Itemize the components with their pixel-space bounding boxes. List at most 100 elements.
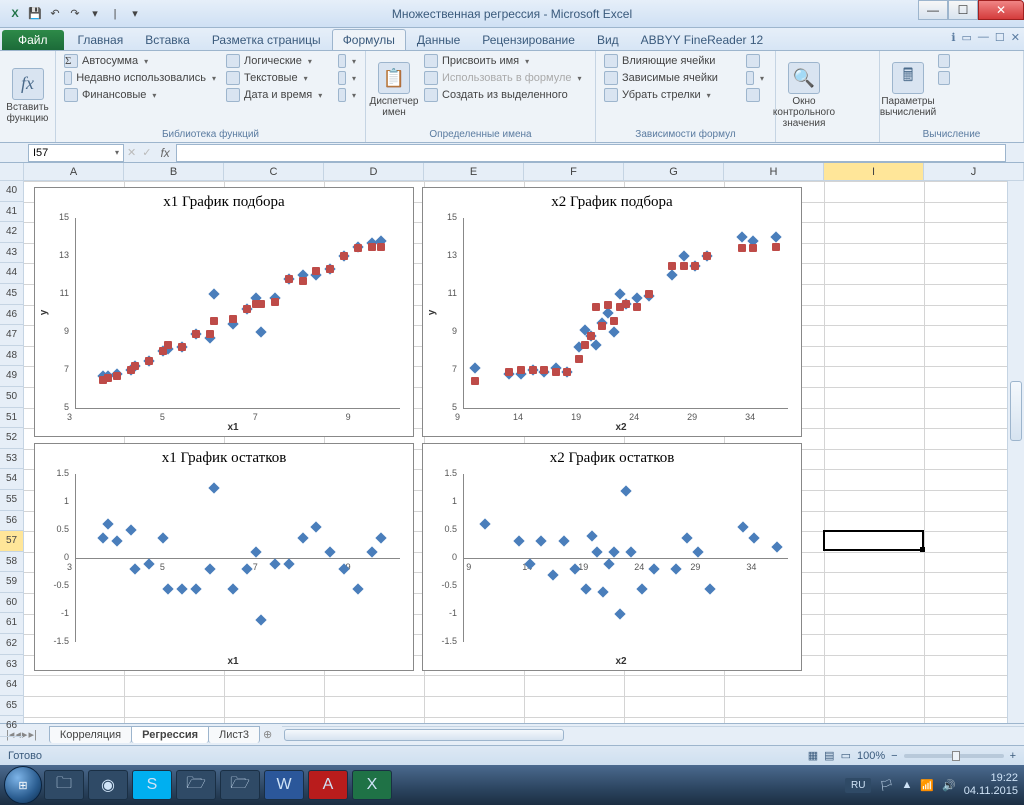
col-header-G[interactable]: G xyxy=(624,163,724,180)
taskbar-explorer[interactable]: 🗀 xyxy=(44,770,84,800)
create-from-sel-button[interactable]: Создать из выделенного xyxy=(420,87,590,103)
row-header-54[interactable]: 54 xyxy=(0,469,23,490)
lookup-button[interactable] xyxy=(334,53,360,69)
row-header-55[interactable]: 55 xyxy=(0,490,23,511)
watch-window-button[interactable]: 🔍 Окно контрольного значения xyxy=(780,53,828,138)
row-header-48[interactable]: 48 xyxy=(0,346,23,367)
grid[interactable]: x1 График подбора3579579111315x1yx2 Граф… xyxy=(24,181,1024,723)
row-header-49[interactable]: 49 xyxy=(0,366,23,387)
trace-dependents-button[interactable]: Зависимые ячейки xyxy=(600,70,740,86)
taskbar-word[interactable]: W xyxy=(264,770,304,800)
recent-button[interactable]: Недавно использовались xyxy=(60,70,220,86)
tab-Вид[interactable]: Вид xyxy=(586,29,630,50)
taskbar-skype[interactable]: S xyxy=(132,770,172,800)
row-header-41[interactable]: 41 xyxy=(0,202,23,223)
tab-Разметка страницы[interactable]: Разметка страницы xyxy=(201,29,332,50)
row-header-59[interactable]: 59 xyxy=(0,572,23,593)
sheet-tab-Корреляция[interactable]: Корреляция xyxy=(49,726,132,743)
use-in-formula-button[interactable]: Использовать в формуле xyxy=(420,70,590,86)
col-header-F[interactable]: F xyxy=(524,163,624,180)
taskbar-folder[interactable]: 🗁 xyxy=(176,770,216,800)
col-header-J[interactable]: J xyxy=(924,163,1024,180)
taskbar-excel[interactable]: X xyxy=(352,770,392,800)
row-header-47[interactable]: 47 xyxy=(0,325,23,346)
minimize-button[interactable]: — xyxy=(918,0,948,20)
view-break-button[interactable]: ▭ xyxy=(841,749,851,762)
tab-Главная[interactable]: Главная xyxy=(67,29,135,50)
text-button[interactable]: Текстовые xyxy=(222,70,332,86)
row-header-51[interactable]: 51 xyxy=(0,408,23,429)
row-header-44[interactable]: 44 xyxy=(0,263,23,284)
datetime-button[interactable]: Дата и время xyxy=(222,87,332,103)
calc-options-button[interactable]: 🖩 Параметры вычислений xyxy=(884,53,932,127)
tab-last-button[interactable]: ▸| xyxy=(28,728,36,741)
sheet-tab-Лист3[interactable]: Лист3 xyxy=(208,726,260,743)
column-headers[interactable]: ABCDEFGHIJ xyxy=(24,163,1024,181)
tray-action-icon[interactable]: ▲ xyxy=(901,779,912,791)
name-box[interactable]: I57▾ xyxy=(28,144,124,162)
doc-min-button[interactable]: — xyxy=(978,31,989,44)
close-button[interactable]: ✕ xyxy=(978,0,1024,20)
tab-Рецензирование[interactable]: Рецензирование xyxy=(471,29,586,50)
row-header-53[interactable]: 53 xyxy=(0,449,23,470)
row-header-56[interactable]: 56 xyxy=(0,511,23,532)
save-button[interactable]: 💾 xyxy=(26,5,44,23)
zoom-level[interactable]: 100% xyxy=(857,750,885,762)
horizontal-scrollbar[interactable] xyxy=(282,726,1024,743)
tab-Формулы[interactable]: Формулы xyxy=(332,29,406,50)
taskbar-chrome[interactable]: ◉ xyxy=(88,770,128,800)
qat-more[interactable]: ▾ xyxy=(86,5,104,23)
ribbon-min-button[interactable]: ▭ xyxy=(962,31,972,44)
redo-button[interactable]: ↷ xyxy=(66,5,84,23)
tab-Вставка[interactable]: Вставка xyxy=(134,29,201,50)
row-header-45[interactable]: 45 xyxy=(0,284,23,305)
tray-flag-icon[interactable]: 🏳 xyxy=(879,779,893,792)
fx-icon[interactable]: fx xyxy=(160,146,169,160)
row-header-52[interactable]: 52 xyxy=(0,428,23,449)
col-header-H[interactable]: H xyxy=(724,163,824,180)
row-header-61[interactable]: 61 xyxy=(0,613,23,634)
row-header-42[interactable]: 42 xyxy=(0,222,23,243)
lang-indicator[interactable]: RU xyxy=(845,778,871,793)
row-header-64[interactable]: 64 xyxy=(0,675,23,696)
col-header-E[interactable]: E xyxy=(424,163,524,180)
math-button[interactable] xyxy=(334,70,360,86)
row-header-62[interactable]: 62 xyxy=(0,634,23,655)
morefn-button[interactable] xyxy=(334,87,360,103)
doc-restore-button[interactable]: ☐ xyxy=(995,31,1005,44)
name-manager-button[interactable]: 📋 Диспетчер имен xyxy=(370,53,418,127)
evaluate-button[interactable] xyxy=(742,87,768,103)
maximize-button[interactable]: ☐ xyxy=(948,0,978,20)
taskbar-folder2[interactable]: 🗁 xyxy=(220,770,260,800)
formula-bar[interactable] xyxy=(176,144,1006,162)
define-name-button[interactable]: Присвоить имя xyxy=(420,53,590,69)
tab-ABBYY FineReader 12[interactable]: ABBYY FineReader 12 xyxy=(630,29,775,50)
col-header-D[interactable]: D xyxy=(324,163,424,180)
zoom-in-button[interactable]: + xyxy=(1010,750,1016,762)
tab-Данные[interactable]: Данные xyxy=(406,29,471,50)
file-tab[interactable]: Файл xyxy=(2,30,64,50)
tray-clock[interactable]: 19:2204.11.2015 xyxy=(964,772,1018,798)
row-header-40[interactable]: 40 xyxy=(0,181,23,202)
excel-icon[interactable]: X xyxy=(6,5,24,23)
tray-volume-icon[interactable]: 🔊 xyxy=(942,779,956,792)
qat-more2[interactable]: ▾ xyxy=(126,5,144,23)
col-header-C[interactable]: C xyxy=(224,163,324,180)
sheet-tab-Регрессия[interactable]: Регрессия xyxy=(131,726,209,743)
tray-network-icon[interactable]: 📶 xyxy=(920,779,934,792)
calc-sheet-button[interactable] xyxy=(934,70,954,86)
calc-now-button[interactable] xyxy=(934,53,954,69)
row-header-46[interactable]: 46 xyxy=(0,305,23,326)
vertical-scrollbar[interactable] xyxy=(1007,181,1024,723)
row-header-66[interactable]: 66 xyxy=(0,716,23,737)
col-header-I[interactable]: I xyxy=(824,163,924,180)
chart-3[interactable]: x2 График остатков91419242934-1.5-1-0.50… xyxy=(422,443,802,671)
row-header-43[interactable]: 43 xyxy=(0,243,23,264)
view-normal-button[interactable]: ▦ xyxy=(808,749,818,762)
new-sheet-button[interactable]: ⊕ xyxy=(263,728,272,741)
view-layout-button[interactable]: ▤ xyxy=(824,749,834,762)
logical-button[interactable]: Логические xyxy=(222,53,332,69)
start-button[interactable]: ⊞ xyxy=(4,766,42,804)
zoom-slider[interactable] xyxy=(904,754,1004,758)
select-all-button[interactable] xyxy=(0,163,23,181)
